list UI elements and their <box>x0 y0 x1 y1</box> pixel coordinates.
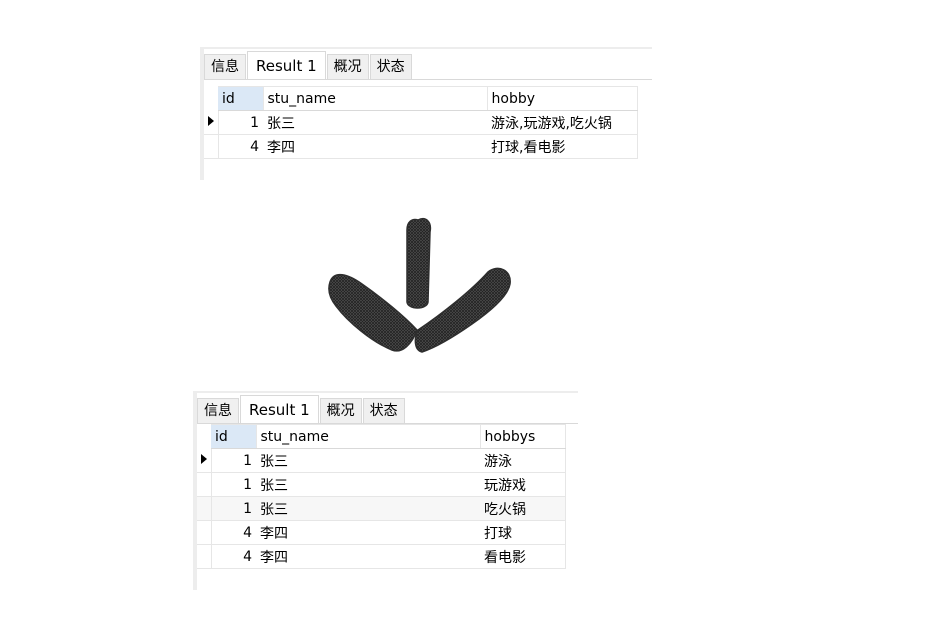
row-indicator <box>197 472 212 497</box>
result-tabs: 信息 Result 1 概况 状态 <box>197 395 406 424</box>
down-arrow-icon <box>328 218 511 353</box>
column-header-stu-name[interactable]: stu_name <box>263 86 488 111</box>
cell-hobbys[interactable]: 游泳 <box>480 448 566 473</box>
row-indicator <box>197 544 212 569</box>
panel-top-line <box>193 391 578 393</box>
column-header-stu-name[interactable]: stu_name <box>256 424 481 449</box>
table-row[interactable]: 4 李四 打球,看电影 <box>204 134 638 159</box>
result-tabs: 信息 Result 1 概况 状态 <box>204 51 413 80</box>
cell-stu-name[interactable]: 张三 <box>256 496 480 521</box>
column-header-id[interactable]: id <box>218 86 264 111</box>
tab-result-1[interactable]: Result 1 <box>247 51 326 79</box>
cell-hobbys[interactable]: 打球 <box>480 520 566 545</box>
cell-stu-name[interactable]: 张三 <box>256 448 480 473</box>
table-row[interactable]: 1 张三 吃火锅 <box>197 496 566 521</box>
cell-stu-name[interactable]: 李四 <box>263 134 487 159</box>
cell-hobbys[interactable]: 看电影 <box>480 544 566 569</box>
grid-header-row: id stu_name hobby <box>204 86 638 111</box>
result-grid-after: id stu_name hobbys 1 张三 游泳 1 张三 玩游戏 1 张三… <box>197 424 566 569</box>
grid-header-row: id stu_name hobbys <box>197 424 566 449</box>
tab-info[interactable]: 信息 <box>197 398 239 423</box>
screenshot-canvas: 信息 Result 1 概况 状态 id stu_name hobby 1 张三… <box>0 0 940 630</box>
table-row[interactable]: 4 李四 打球 <box>197 520 566 545</box>
row-indicator-header <box>197 425 211 449</box>
column-header-hobby[interactable]: hobby <box>487 86 638 111</box>
row-indicator <box>197 496 212 521</box>
tab-result-1[interactable]: Result 1 <box>240 395 319 423</box>
cell-stu-name[interactable]: 李四 <box>256 544 480 569</box>
current-row-icon <box>208 116 214 127</box>
cell-id[interactable]: 4 <box>218 134 263 159</box>
cell-id[interactable]: 4 <box>211 520 256 545</box>
cell-stu-name[interactable]: 张三 <box>256 472 480 497</box>
tab-overview[interactable]: 概况 <box>326 54 369 79</box>
cell-id[interactable]: 4 <box>211 544 256 569</box>
table-row[interactable]: 1 张三 游泳 <box>197 448 566 473</box>
tab-underline <box>204 79 652 80</box>
cell-id[interactable]: 1 <box>211 448 256 473</box>
row-indicator <box>204 134 219 159</box>
table-row[interactable]: 4 李四 看电影 <box>197 544 566 569</box>
column-header-id[interactable]: id <box>211 424 257 449</box>
current-row-icon <box>201 454 207 465</box>
row-indicator-header <box>204 87 218 111</box>
cell-hobbys[interactable]: 吃火锅 <box>480 496 566 521</box>
tab-status[interactable]: 状态 <box>362 398 405 423</box>
cell-id[interactable]: 1 <box>218 110 263 135</box>
cell-hobby[interactable]: 打球,看电影 <box>487 134 638 159</box>
cell-id[interactable]: 1 <box>211 496 256 521</box>
table-row[interactable]: 1 张三 玩游戏 <box>197 472 566 497</box>
tab-overview[interactable]: 概况 <box>319 398 362 423</box>
column-header-hobbys[interactable]: hobbys <box>480 424 566 449</box>
row-indicator <box>197 520 212 545</box>
result-panel-after: 信息 Result 1 概况 状态 id stu_name hobbys 1 张… <box>193 386 578 590</box>
cell-hobby[interactable]: 游泳,玩游戏,吃火锅 <box>487 110 638 135</box>
tab-info[interactable]: 信息 <box>204 54 246 79</box>
cell-hobbys[interactable]: 玩游戏 <box>480 472 566 497</box>
tab-status[interactable]: 状态 <box>369 54 412 79</box>
cell-id[interactable]: 1 <box>211 472 256 497</box>
panel-top-line <box>200 47 652 49</box>
result-panel-before: 信息 Result 1 概况 状态 id stu_name hobby 1 张三… <box>200 42 652 180</box>
cell-stu-name[interactable]: 张三 <box>263 110 487 135</box>
row-indicator <box>197 448 212 473</box>
cell-stu-name[interactable]: 李四 <box>256 520 480 545</box>
result-grid-before: id stu_name hobby 1 张三 游泳,玩游戏,吃火锅 4 李四 打… <box>204 86 638 159</box>
row-indicator <box>204 110 219 135</box>
table-row[interactable]: 1 张三 游泳,玩游戏,吃火锅 <box>204 110 638 135</box>
